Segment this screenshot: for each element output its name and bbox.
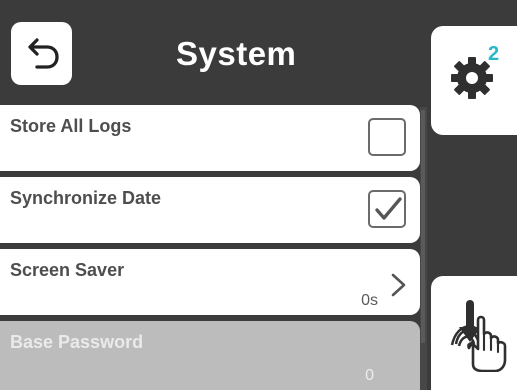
item-label: Base Password (10, 332, 144, 352)
chevron-right-icon (391, 273, 406, 297)
back-button[interactable] (11, 22, 72, 85)
list-item-store-all-logs[interactable]: Store All Logs (0, 105, 420, 171)
store-all-logs-checkbox[interactable] (368, 118, 406, 156)
list-item-base-password: Base Password 0 (0, 321, 420, 390)
item-label: Synchronize Date (10, 188, 162, 208)
scroll-thumb[interactable] (421, 110, 425, 343)
item-label: Screen Saver (10, 260, 125, 280)
list-item-synchronize-date[interactable]: Synchronize Date (0, 177, 420, 243)
page-title: System (176, 35, 297, 72)
system-settings-screen: System 2 Store All Logs Synchronize Date… (0, 0, 517, 390)
checkmark-icon (375, 197, 402, 220)
base-password-value: 0 (365, 367, 374, 384)
item-label: Store All Logs (10, 116, 132, 136)
settings-badge: 2 (488, 43, 500, 65)
settings-button[interactable]: 2 (431, 26, 517, 135)
touch-hand-icon (450, 300, 507, 372)
list-item-screen-saver[interactable]: Screen Saver 0s (0, 249, 420, 315)
touch-action-button[interactable] (431, 276, 517, 390)
synchronize-date-checkbox[interactable] (368, 190, 406, 228)
screen-saver-value: 0s (361, 292, 378, 309)
undo-arrow-icon (27, 37, 59, 69)
settings-list: Store All Logs Synchronize Date Screen S… (0, 101, 420, 390)
